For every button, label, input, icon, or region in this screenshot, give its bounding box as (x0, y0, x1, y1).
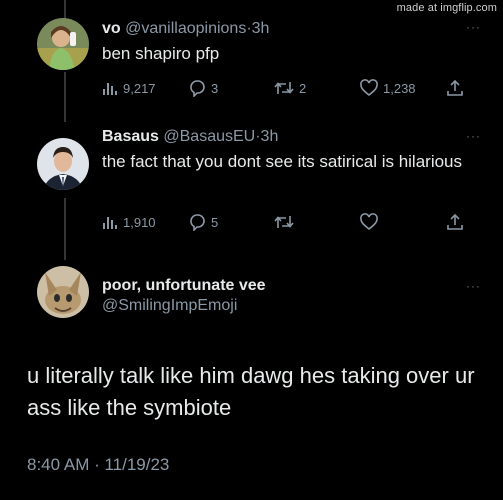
views-icon (103, 217, 117, 229)
main-tweet-text: u literally talk like him dawg hes takin… (27, 363, 475, 420)
man-in-suit-avatar-icon (37, 138, 89, 190)
user-handle[interactable]: @SmilingImpEmoji (102, 296, 483, 316)
reply-count: 3 (211, 80, 219, 96)
like-count: 1,238 (383, 80, 416, 96)
tweet-text: ben shapiro pfp (102, 44, 220, 63)
views-count: 9,217 (123, 80, 156, 96)
reply-count: 5 (211, 214, 219, 230)
reply-button[interactable]: 3 (188, 78, 218, 98)
tweet-header: poor, unfortunate vee (102, 276, 483, 296)
more-icon[interactable]: ··· (466, 21, 481, 33)
tweet-actions: 9,217 3 2 1,238 (102, 78, 468, 98)
like-button[interactable]: 1,238 (360, 78, 416, 98)
display-name[interactable]: vo (102, 20, 121, 37)
reply-icon (190, 214, 205, 231)
tweet-timestamp[interactable]: 8:40 AM · 11/19/23 (27, 455, 169, 475)
tweet-time[interactable]: 3h (261, 128, 279, 145)
retweet-button[interactable]: 2 (274, 78, 306, 98)
share-icon (447, 79, 463, 96)
reply-icon (190, 80, 205, 97)
avatar[interactable] (37, 138, 89, 190)
like-icon (360, 213, 378, 231)
tweet-2[interactable]: Basaus @BasausEU·3h the fact that you do… (102, 127, 483, 173)
tweet-header: vo @vanillaopinions·3h (102, 19, 483, 39)
tweet-time[interactable]: 3h (252, 20, 270, 37)
share-button[interactable] (446, 78, 464, 98)
thread-line (64, 198, 66, 260)
tweet-text: the fact that you dont see its satirical… (102, 152, 463, 171)
user-handle[interactable]: @BasausEU (163, 128, 255, 145)
share-button[interactable] (446, 212, 464, 232)
views-count: 1,910 (123, 214, 156, 230)
woman-avatar-icon (37, 18, 89, 70)
retweet-icon (274, 82, 294, 94)
tweet-1[interactable]: vo @vanillaopinions·3h ben shapiro pfp (102, 19, 483, 65)
display-name[interactable]: Basaus (102, 128, 159, 145)
cartoon-character-avatar-icon (37, 266, 89, 318)
views-button[interactable]: 1,910 (102, 212, 156, 232)
avatar[interactable] (37, 18, 89, 70)
share-icon (447, 213, 463, 230)
reply-button[interactable]: 5 (188, 212, 218, 232)
retweet-icon (274, 216, 294, 228)
avatar[interactable] (37, 266, 89, 318)
thread-line (64, 72, 66, 122)
like-button[interactable] (360, 212, 383, 232)
retweet-count: 2 (299, 80, 307, 96)
tweet-header: Basaus @BasausEU·3h (102, 127, 483, 147)
display-name[interactable]: poor, unfortunate vee (102, 277, 266, 294)
tweet-actions: 1,910 5 (102, 212, 468, 232)
imgflip-watermark: made at imgflip.com (396, 2, 497, 14)
retweet-button[interactable] (274, 212, 299, 232)
views-icon (103, 83, 117, 95)
more-icon[interactable]: ··· (466, 130, 481, 142)
user-handle[interactable]: @vanillaopinions (125, 20, 246, 37)
more-icon[interactable]: ··· (466, 280, 481, 292)
like-icon (360, 79, 378, 97)
main-tweet-header[interactable]: poor, unfortunate vee @SmilingImpEmoji (102, 276, 483, 316)
thread-line (64, 0, 66, 20)
views-button[interactable]: 9,217 (102, 78, 156, 98)
